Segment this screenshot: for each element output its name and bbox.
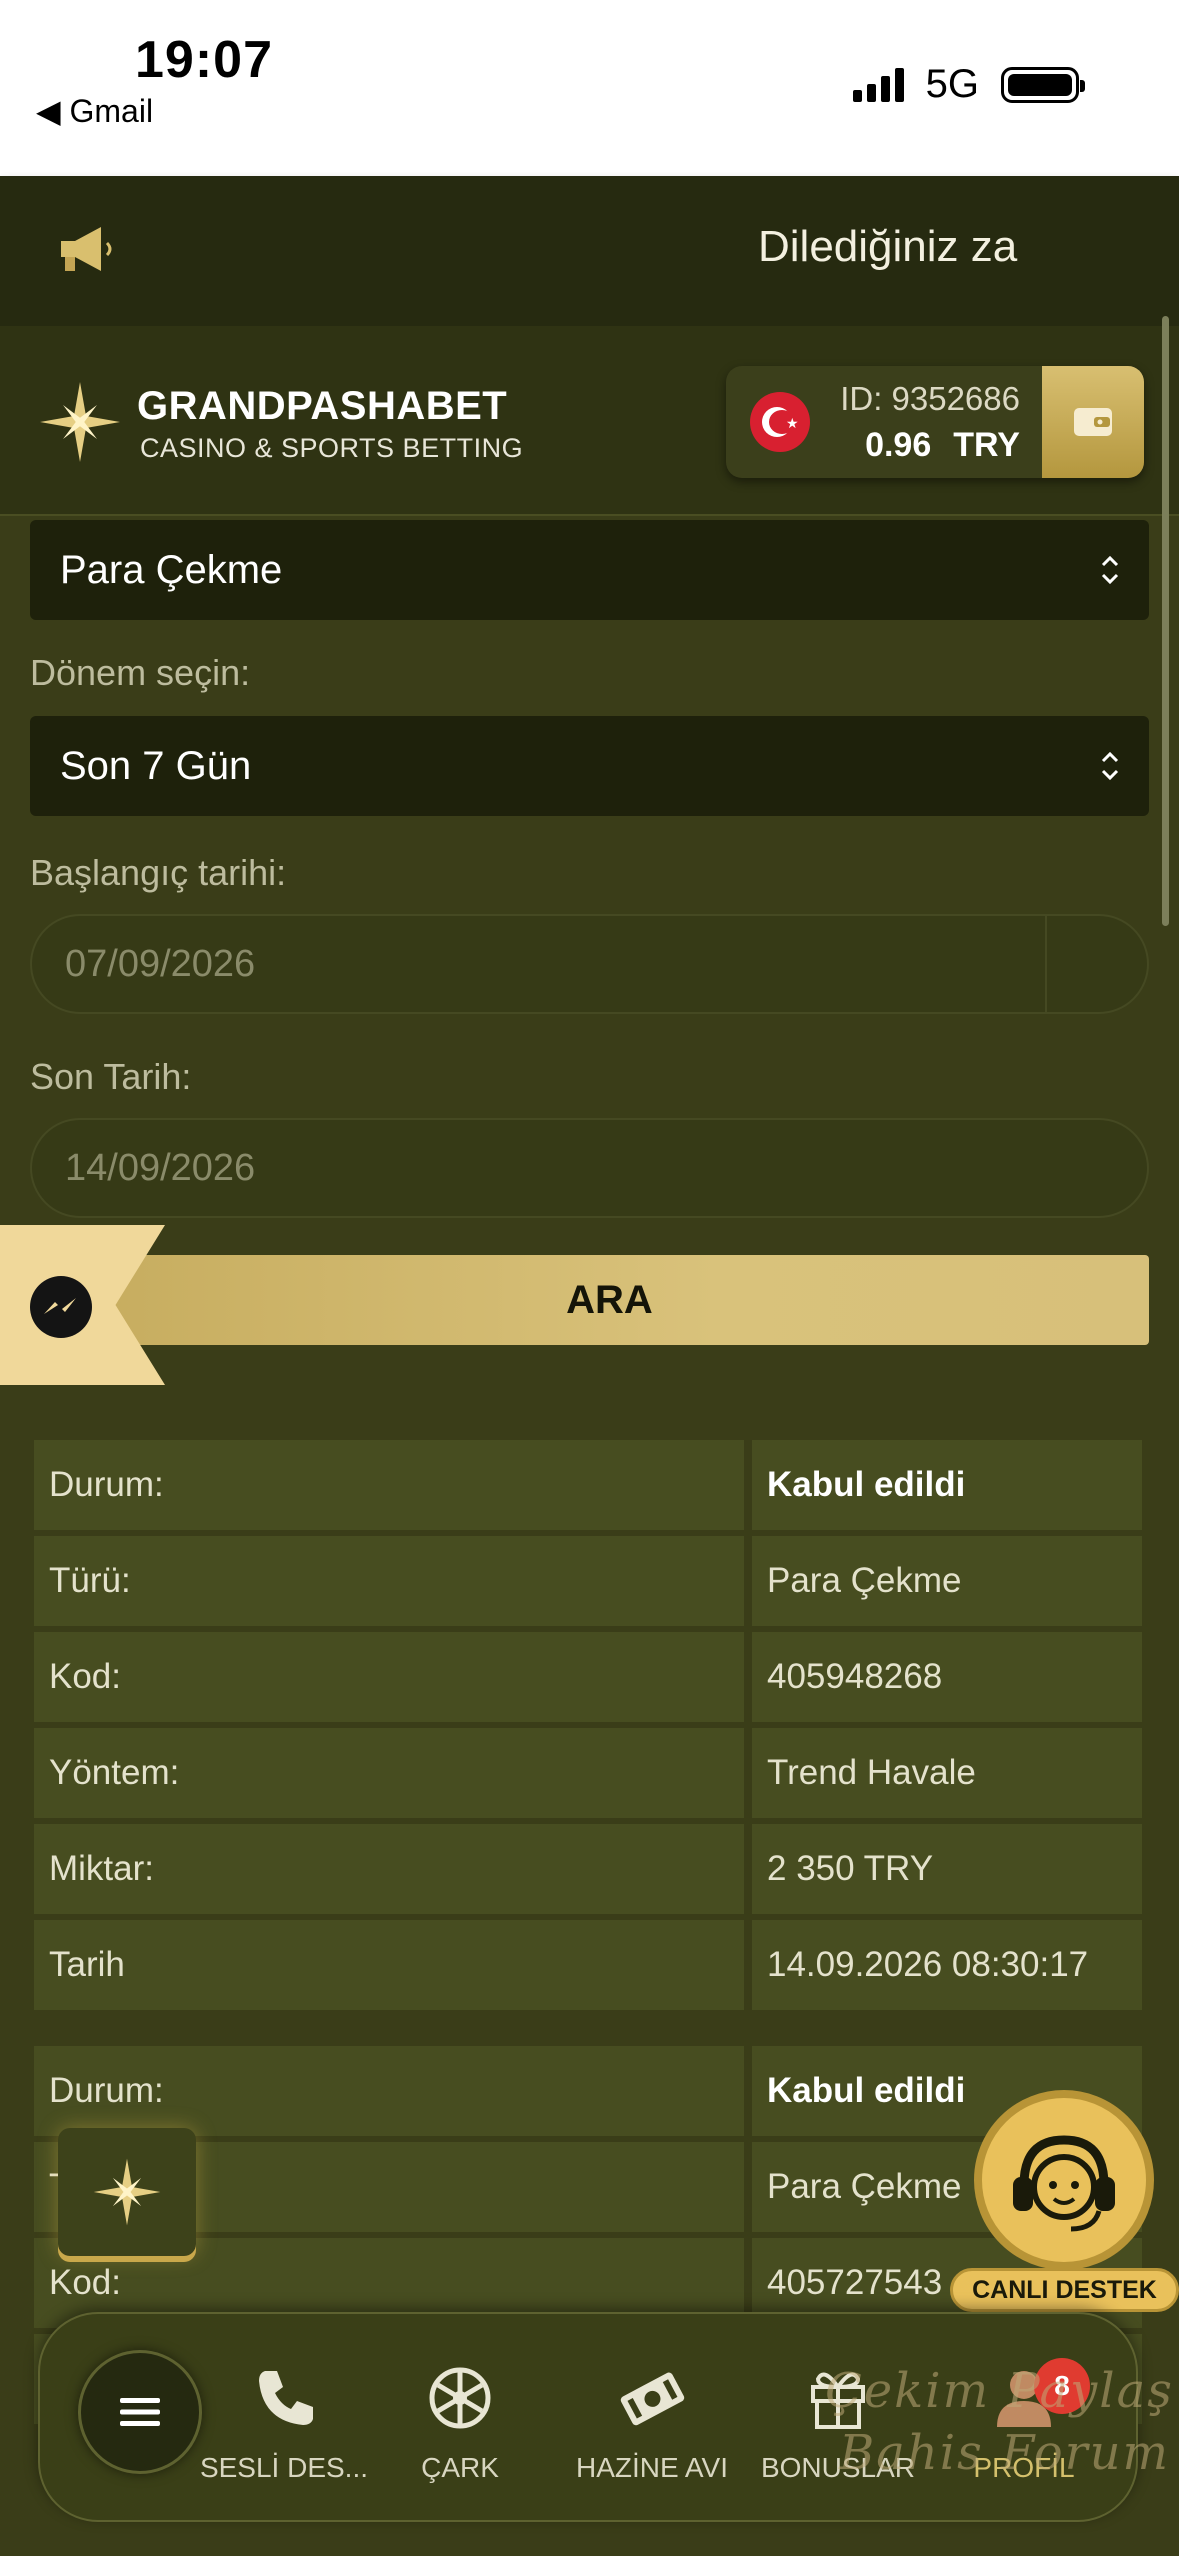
transaction-type-select[interactable]: Para Çekme: [30, 520, 1149, 620]
row-value: 2 350 TRY: [752, 1824, 1142, 1914]
transaction-type-value: Para Çekme: [60, 547, 283, 592]
row-label: Türü:: [34, 1536, 744, 1626]
messenger-icon[interactable]: [28, 1274, 94, 1340]
hamburger-icon: [120, 2398, 160, 2426]
account-balance-box[interactable]: ★ ID: 9352686 0.96 TRY: [726, 366, 1144, 478]
row-label: Durum:: [34, 1440, 744, 1530]
period-value: Son 7 Gün: [60, 743, 252, 788]
input-divider: [1045, 916, 1047, 1012]
balance-value: 0.96: [865, 426, 932, 464]
row-label: Tarih: [34, 1920, 744, 2010]
signal-icon: [852, 67, 904, 102]
announcement-text: Dilediğiniz za: [758, 222, 1018, 271]
table-row: Yöntem: Trend Havale: [34, 1728, 1144, 1824]
row-label: Durum:: [34, 2046, 744, 2136]
status-time: 19:07: [135, 31, 273, 89]
row-value: 14.09.2026 08:30:17: [752, 1920, 1142, 2010]
table-row: Miktar: 2 350 TRY: [34, 1824, 1144, 1920]
status-indicators: 5G: [852, 62, 1085, 107]
start-date-label: Başlangıç tarihi:: [30, 852, 287, 893]
row-label: Kod:: [34, 1632, 744, 1722]
table-row: Tarih 14.09.2026 08:30:17: [34, 1920, 1144, 2016]
wallet-button[interactable]: [1042, 366, 1144, 478]
nav-item-bonuses[interactable]: BONUSLAR: [748, 2358, 928, 2484]
page-scrollbar[interactable]: [1162, 316, 1169, 926]
end-date-label: Son Tarih:: [30, 1056, 192, 1097]
nav-label: ÇARK: [421, 2452, 499, 2483]
end-date-value: 14/09/2026: [65, 1146, 256, 1189]
support-label: CANLI DESTEK: [950, 2268, 1179, 2312]
gift-icon: [811, 2372, 865, 2429]
nav-label: SESLİ DES...: [199, 2452, 369, 2483]
ticket-icon: [620, 2372, 685, 2426]
nav-item-profile[interactable]: 8 PROFİL: [934, 2358, 1114, 2484]
period-label: Dönem seçin:: [30, 652, 251, 693]
site-header: GRANDPASHABET CASINO & SPORTS BETTING ★ …: [0, 326, 1179, 516]
nav-item-treasure-hunt[interactable]: HAZİNE AVI: [562, 2358, 742, 2484]
row-value: Para Çekme: [752, 1536, 1142, 1626]
table-row: Türü: Para Çekme: [34, 1536, 1144, 1632]
back-to-app-link[interactable]: ◀ Gmail: [36, 92, 153, 130]
menu-button[interactable]: [78, 2350, 202, 2474]
start-date-value: 07/09/2026: [65, 942, 256, 985]
logo-star-icon[interactable]: [38, 380, 122, 464]
period-select[interactable]: Son 7 Gün: [30, 716, 1149, 816]
notification-badge: 8: [1034, 2358, 1090, 2414]
end-date-input[interactable]: 14/09/2026: [30, 1118, 1149, 1218]
balance-amount: 0.96 TRY: [865, 426, 1020, 465]
nav-label: BONUSLAR: [760, 2452, 916, 2483]
wheel-icon: [429, 2367, 491, 2429]
logo-star-icon: [93, 2158, 161, 2226]
brand-name[interactable]: GRANDPASHABET: [137, 384, 507, 429]
live-support-widget[interactable]: CANLI DESTEK: [950, 2090, 1179, 2315]
brand-subtitle: CASINO & SPORTS BETTING: [140, 433, 524, 463]
row-value: Trend Havale: [752, 1728, 1142, 1818]
bottom-navigation: SESLİ DES... ÇARK HAZİNE AVI BONUSLAR 8 …: [38, 2312, 1138, 2522]
row-label: Yöntem:: [34, 1728, 744, 1818]
status-value: Kabul edildi: [752, 1440, 1142, 1530]
nav-label: PROFİL: [973, 2452, 1075, 2483]
battery-icon: [1001, 66, 1085, 103]
balance-currency: TRY: [953, 426, 1020, 464]
nav-label: HAZİNE AVI: [576, 2452, 728, 2483]
status-bar: 19:07 ◀ Gmail 5G: [0, 0, 1179, 176]
row-label: Miktar:: [34, 1824, 744, 1914]
transaction-card-1: Durum: Kabul edildi Türü: Para Çekme Kod…: [34, 1440, 1144, 2016]
network-type: 5G: [925, 62, 979, 106]
chevron-updown-icon: [1101, 751, 1119, 781]
user-id: ID: 9352686: [840, 380, 1020, 417]
megaphone-icon[interactable]: [55, 221, 115, 277]
nav-item-voice-support[interactable]: SESLİ DES...: [194, 2358, 374, 2484]
search-button[interactable]: ARA: [70, 1255, 1149, 1345]
turkey-flag-icon: ★: [750, 392, 810, 452]
home-logo-button[interactable]: [58, 2128, 196, 2256]
table-row: Kod: 405948268: [34, 1632, 1144, 1728]
nav-item-wheel[interactable]: ÇARK: [370, 2358, 550, 2484]
phone-icon: [259, 2371, 313, 2425]
announcement-bar: Dilediğiniz za: [0, 176, 1179, 326]
table-row: Durum: Kabul edildi: [34, 1440, 1144, 1536]
wallet-icon: [1074, 408, 1112, 436]
support-agent-icon: [974, 2090, 1154, 2270]
start-date-input[interactable]: 07/09/2026: [30, 914, 1149, 1014]
row-value: 405948268: [752, 1632, 1142, 1722]
chevron-updown-icon: [1101, 555, 1119, 585]
